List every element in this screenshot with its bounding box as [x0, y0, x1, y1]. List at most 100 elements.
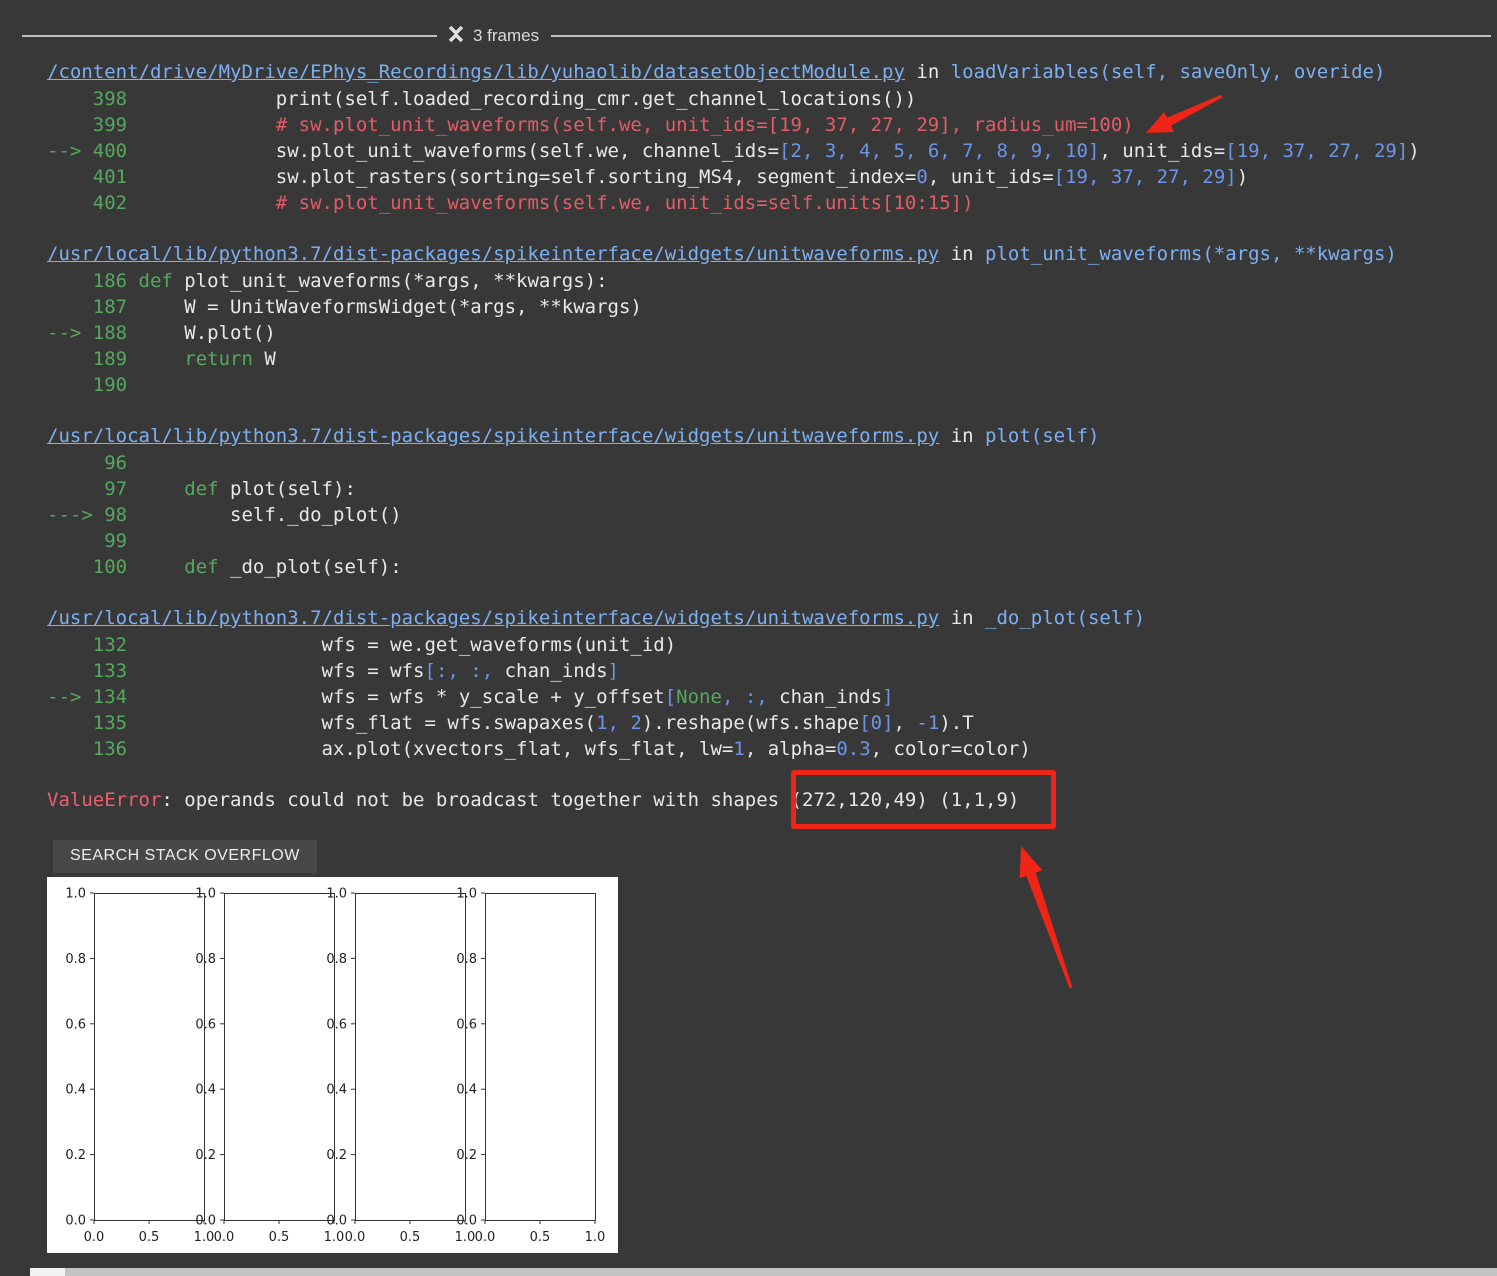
svg-text:0.0: 0.0 — [195, 1214, 216, 1229]
line-gutter: 136 — [47, 738, 322, 760]
code-segment: # sw.plot_unit_waveforms(self.we, unit_i… — [275, 114, 1134, 136]
svg-text:0.8: 0.8 — [195, 952, 216, 967]
frame-context: loadVariables(self, saveOnly, overide) — [950, 61, 1386, 83]
svg-text:0.2: 0.2 — [456, 1148, 477, 1163]
code-segment: plot_unit_waveforms(*args, **kwargs): — [172, 270, 608, 292]
matplotlib-figure: 1.0 0.8 0.6 0.4 0.2 0.0 0.0 0.5 1.0 1.0 0.8 0.6 0.4 0… — [47, 877, 618, 1253]
code-segment: chan_inds — [493, 660, 608, 682]
frame-file-link[interactable]: /usr/local/lib/python3.7/dist-packages/s… — [47, 607, 939, 629]
code-segment: , color=color) — [870, 738, 1031, 760]
frame-context: plot_unit_waveforms(*args, **kwargs) — [985, 243, 1397, 265]
code-segment: , — [893, 712, 917, 734]
code-segment: sw.plot_unit_waveforms(self.we, channel_… — [275, 140, 780, 162]
code-segment: wfs = wfs * y_scale + y_offset — [321, 686, 665, 708]
line-gutter: 402 — [47, 192, 276, 214]
svg-text:1.0: 1.0 — [195, 887, 216, 902]
traceback-output: 3 frames /content/drive/MyDrive/EPhys_Re… — [0, 0, 1497, 1253]
line-gutter: 96 — [47, 452, 139, 474]
svg-text:0.6: 0.6 — [326, 1017, 347, 1032]
traceback-frame: /usr/local/lib/python3.7/dist-packages/s… — [47, 605, 1497, 762]
code-segment: ) — [1236, 166, 1249, 188]
error-line: ValueError: operands could not be broadc… — [47, 787, 1497, 813]
frame-file-link[interactable]: /content/drive/MyDrive/EPhys_Recordings/… — [47, 61, 905, 83]
svg-text:0.4: 0.4 — [195, 1083, 216, 1098]
line-gutter: 190 — [47, 374, 139, 396]
line-gutter: --> 188 — [47, 322, 185, 344]
code-segment: ] — [882, 686, 894, 708]
code-line: 99 — [47, 528, 1497, 554]
code-segment: , unit_ids= — [927, 166, 1054, 188]
svg-text:1.0: 1.0 — [65, 887, 86, 902]
code-segment: W — [252, 348, 276, 370]
frames-count-label: 3 frames — [473, 26, 540, 45]
code-line: ---> 98 self._do_plot() — [47, 502, 1497, 528]
code-segment: [19, 37, 27, 29] — [1053, 166, 1237, 188]
svg-text:0.4: 0.4 — [65, 1083, 86, 1098]
frame-header: /usr/local/lib/python3.7/dist-packages/s… — [47, 423, 1497, 449]
code-segment: 1 — [733, 738, 745, 760]
line-gutter: 132 — [47, 634, 322, 656]
code-segment: sw.plot_rasters(sorting=self.sorting_MS4… — [275, 166, 917, 188]
code-line: --> 400 sw.plot_unit_waveforms(self.we, … — [47, 138, 1497, 164]
code-segment: [2, 3, 4, 5, 6, 7, 8, 9, 10] — [779, 140, 1100, 162]
divider-line-right — [551, 35, 1491, 37]
code-segment: W = UnitWaveformsWidget(*args, **kwargs) — [184, 296, 642, 318]
line-gutter: 189 — [47, 348, 185, 370]
code-segment: , unit_ids= — [1099, 140, 1226, 162]
code-segment: wfs = wfs — [321, 660, 425, 682]
line-gutter: 99 — [47, 530, 139, 552]
code-segment: ax.plot(xvectors_flat, wfs_flat, lw= — [321, 738, 734, 760]
frame-header: /usr/local/lib/python3.7/dist-packages/s… — [47, 241, 1497, 267]
frame-in-label: in — [939, 607, 986, 629]
traceback-frames: /content/drive/MyDrive/EPhys_Recordings/… — [47, 59, 1497, 762]
svg-text:0.6: 0.6 — [195, 1017, 216, 1032]
frame-in-label: in — [939, 243, 986, 265]
code-segment: ] — [607, 660, 619, 682]
code-segment: , :, — [721, 686, 768, 708]
frame-file-link[interactable]: /usr/local/lib/python3.7/dist-packages/s… — [47, 425, 939, 447]
line-gutter: --> 400 — [47, 140, 276, 162]
line-gutter: 398 — [47, 88, 276, 110]
error-message: : operands could not be broadcast togeth… — [161, 789, 791, 811]
traceback-frame: /usr/local/lib/python3.7/dist-packages/s… — [47, 423, 1497, 580]
svg-text:0.0: 0.0 — [214, 1230, 235, 1245]
traceback-frame: /usr/local/lib/python3.7/dist-packages/s… — [47, 241, 1497, 398]
code-segment: chan_inds — [767, 686, 883, 708]
line-gutter: ---> 98 — [47, 504, 231, 526]
code-line: 97 def plot(self): — [47, 476, 1497, 502]
code-segment: 1, 2 — [596, 712, 642, 734]
code-segment: return — [184, 348, 253, 370]
line-gutter: 399 — [47, 114, 276, 136]
svg-text:0.5: 0.5 — [530, 1230, 551, 1245]
svg-text:0.0: 0.0 — [65, 1214, 86, 1229]
code-line: 100 def _do_plot(self): — [47, 554, 1497, 580]
divider-line-left — [22, 35, 437, 37]
code-line: 399 # sw.plot_unit_waveforms(self.we, un… — [47, 112, 1497, 138]
code-segment: [:, :, — [424, 660, 494, 682]
code-line: 187 W = UnitWaveformsWidget(*args, **kwa… — [47, 294, 1497, 320]
frame-header: /content/drive/MyDrive/EPhys_Recordings/… — [47, 59, 1497, 85]
svg-text:0.6: 0.6 — [456, 1017, 477, 1032]
code-line: 132 wfs = we.get_waveforms(unit_id) — [47, 632, 1497, 658]
code-segment: def — [184, 556, 219, 578]
frame-file-link[interactable]: /usr/local/lib/python3.7/dist-packages/s… — [47, 243, 939, 265]
code-segment: plot(self): — [218, 478, 356, 500]
code-line: 398 print(self.loaded_recording_cmr.get_… — [47, 86, 1497, 112]
code-line: --> 134 wfs = wfs * y_scale + y_offset[N… — [47, 684, 1497, 710]
frames-collapse-header[interactable]: 3 frames — [22, 24, 1491, 48]
code-segment: wfs = we.get_waveforms(unit_id) — [321, 634, 677, 656]
frame-header: /usr/local/lib/python3.7/dist-packages/s… — [47, 605, 1497, 631]
svg-text:0.4: 0.4 — [326, 1083, 347, 1098]
frame-in-label: in — [904, 61, 951, 83]
code-segment: _do_plot(self): — [218, 556, 402, 578]
search-stack-overflow-button[interactable]: SEARCH STACK OVERFLOW — [53, 840, 317, 873]
code-segment: [0] — [859, 712, 894, 734]
svg-text:0.0: 0.0 — [345, 1230, 366, 1245]
next-cell-top-strip[interactable] — [65, 1268, 1497, 1276]
code-segment: wfs_flat = wfs.swapaxes( — [321, 712, 597, 734]
svg-text:0.0: 0.0 — [326, 1214, 347, 1229]
svg-text:1.0: 1.0 — [456, 887, 477, 902]
code-segment: , alpha= — [744, 738, 837, 760]
frame-in-label: in — [939, 425, 986, 447]
svg-text:0.0: 0.0 — [84, 1230, 105, 1245]
